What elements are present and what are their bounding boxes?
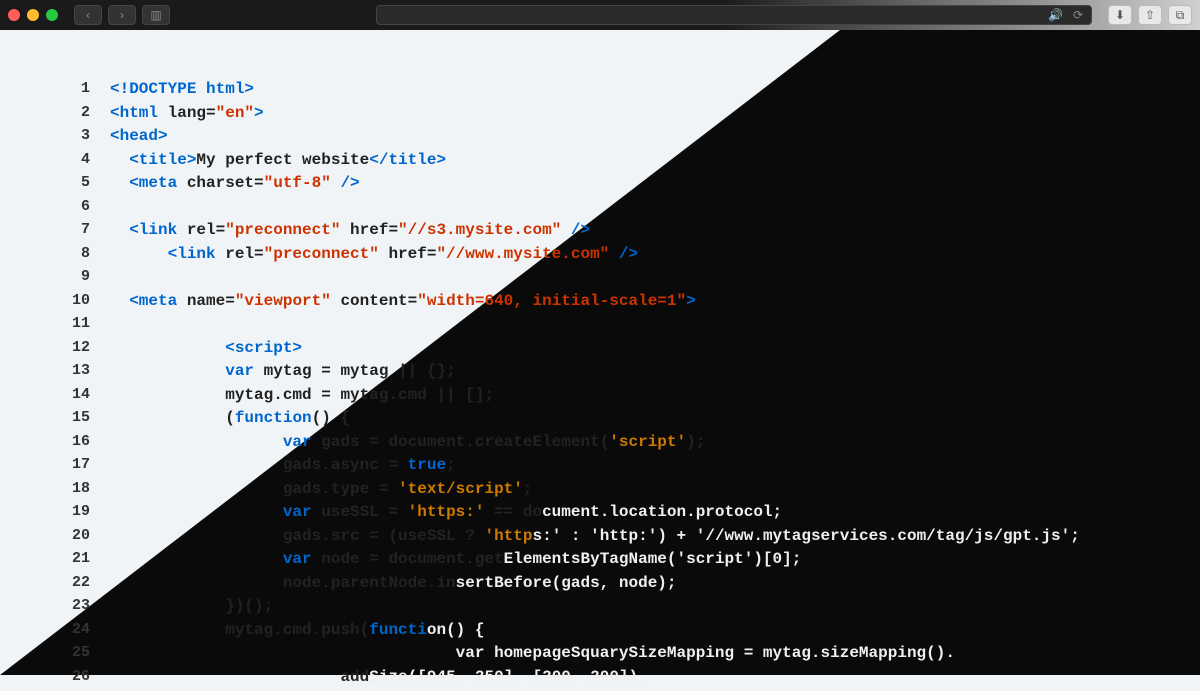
line-number: 19 bbox=[60, 503, 90, 527]
code-line: <meta charset="utf-8" /> bbox=[110, 174, 1080, 198]
code-line: addSize([945, 250], [200, 200]). bbox=[110, 668, 1080, 691]
minimize-window-button[interactable] bbox=[27, 9, 39, 21]
tabs-button[interactable]: ⧉ bbox=[1168, 5, 1192, 25]
line-number: 16 bbox=[60, 433, 90, 457]
line-number: 15 bbox=[60, 409, 90, 433]
code-line: node.parentNode.insertBefore(gads, node)… bbox=[110, 574, 1080, 598]
line-number: 2 bbox=[60, 104, 90, 128]
line-number: 18 bbox=[60, 480, 90, 504]
code-line: <title>My perfect website</title> bbox=[110, 151, 1080, 175]
code-line: <!DOCTYPE html> bbox=[110, 80, 1080, 104]
line-number: 17 bbox=[60, 456, 90, 480]
line-number: 26 bbox=[60, 668, 90, 691]
line-number: 10 bbox=[60, 292, 90, 316]
line-number: 4 bbox=[60, 151, 90, 175]
code-line: })(); bbox=[110, 597, 1080, 621]
code-editor: 1234567891011121314151617181920212223242… bbox=[0, 30, 1200, 675]
code-line: <head> bbox=[110, 127, 1080, 151]
line-number: 22 bbox=[60, 574, 90, 598]
code-line bbox=[110, 268, 1080, 292]
reload-icon[interactable]: ⟳ bbox=[1073, 8, 1083, 22]
line-number: 9 bbox=[60, 268, 90, 292]
sound-icon[interactable]: 🔊 bbox=[1048, 8, 1063, 22]
line-number: 11 bbox=[60, 315, 90, 339]
code-line: (function() { bbox=[110, 409, 1080, 433]
tabs-icon: ⧉ bbox=[1176, 8, 1185, 23]
back-button[interactable]: ‹ bbox=[74, 5, 102, 25]
code-line: mytag.cmd.push(function() { bbox=[110, 621, 1080, 645]
code-line: <meta name="viewport" content="width=640… bbox=[110, 292, 1080, 316]
code-line: gads.async = true; bbox=[110, 456, 1080, 480]
sidebar-toggle-button[interactable]: ▥ bbox=[142, 5, 170, 25]
line-number: 7 bbox=[60, 221, 90, 245]
toolbar-right-buttons: ⬇ ⇧ ⧉ bbox=[1108, 5, 1192, 25]
line-number: 21 bbox=[60, 550, 90, 574]
chevron-left-icon: ‹ bbox=[86, 8, 90, 22]
code-line: <link rel="preconnect" href="//www.mysit… bbox=[110, 245, 1080, 269]
code-line: gads.type = 'text/script'; bbox=[110, 480, 1080, 504]
code-line: <script> bbox=[110, 339, 1080, 363]
download-icon: ⬇ bbox=[1115, 8, 1125, 22]
code-line: var homepageSquarySizeMapping = mytag.si… bbox=[110, 644, 1080, 668]
line-number: 8 bbox=[60, 245, 90, 269]
maximize-window-button[interactable] bbox=[46, 9, 58, 21]
code-content[interactable]: <!DOCTYPE html><html lang="en"><head> <t… bbox=[110, 80, 1080, 691]
line-number: 13 bbox=[60, 362, 90, 386]
code-line bbox=[110, 198, 1080, 222]
forward-button[interactable]: › bbox=[108, 5, 136, 25]
code-line: var gads = document.createElement('scrip… bbox=[110, 433, 1080, 457]
code-line: var useSSL = 'https:' == document.locati… bbox=[110, 503, 1080, 527]
code-line: gads.src = (useSSL ? 'https:' : 'http:')… bbox=[110, 527, 1080, 551]
sidebar-icon: ▥ bbox=[150, 8, 161, 22]
address-bar[interactable]: 🔊 ⟳ bbox=[376, 5, 1092, 25]
line-number: 5 bbox=[60, 174, 90, 198]
line-number: 20 bbox=[60, 527, 90, 551]
share-icon: ⇧ bbox=[1145, 8, 1155, 22]
code-line bbox=[110, 315, 1080, 339]
code-line: mytag.cmd = mytag.cmd || []; bbox=[110, 386, 1080, 410]
line-number: 14 bbox=[60, 386, 90, 410]
code-line: var node = document.getElementsByTagName… bbox=[110, 550, 1080, 574]
code-line: <html lang="en"> bbox=[110, 104, 1080, 128]
line-number: 3 bbox=[60, 127, 90, 151]
share-button[interactable]: ⇧ bbox=[1138, 5, 1162, 25]
download-button[interactable]: ⬇ bbox=[1108, 5, 1132, 25]
chevron-right-icon: › bbox=[120, 8, 124, 22]
code-line: <link rel="preconnect" href="//s3.mysite… bbox=[110, 221, 1080, 245]
line-number: 23 bbox=[60, 597, 90, 621]
browser-toolbar: ‹ › ▥ 🔊 ⟳ ⬇ ⇧ ⧉ bbox=[0, 0, 1200, 30]
line-number: 25 bbox=[60, 644, 90, 668]
line-number: 1 bbox=[60, 80, 90, 104]
line-number: 24 bbox=[60, 621, 90, 645]
line-number-gutter: 1234567891011121314151617181920212223242… bbox=[60, 80, 90, 691]
line-number: 6 bbox=[60, 198, 90, 222]
close-window-button[interactable] bbox=[8, 9, 20, 21]
code-line: var mytag = mytag || {}; bbox=[110, 362, 1080, 386]
line-number: 12 bbox=[60, 339, 90, 363]
window-controls bbox=[8, 9, 58, 21]
